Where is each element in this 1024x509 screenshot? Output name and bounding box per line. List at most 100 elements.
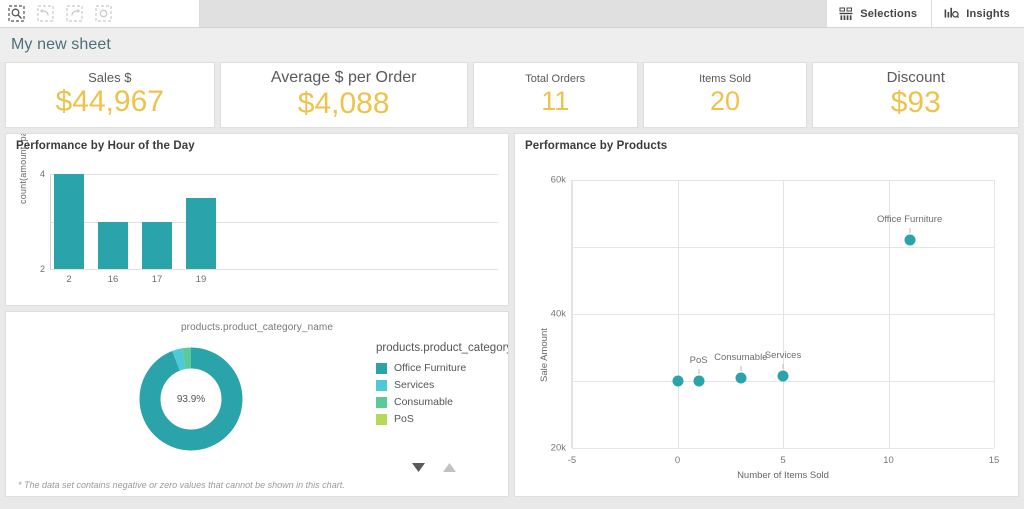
scatter-point[interactable] (777, 370, 789, 382)
scatter-point-leader (782, 363, 784, 369)
bar-y-tick: 4 (39, 169, 45, 179)
panel-performance-by-products[interactable]: Performance by Products Sale Amount -20k… (514, 133, 1019, 497)
kpi-value: 20 (710, 85, 741, 116)
panel-product-category-donut[interactable]: products.product_category_name 93.9% pro… (5, 311, 509, 497)
bar[interactable] (98, 221, 128, 269)
kpi-card-sales[interactable]: Sales $ $44,967 (5, 62, 215, 128)
donut-legend: products.product_category_name Office Fu… (376, 337, 508, 472)
kpi-row: Sales $ $44,967 Average $ per Order $4,0… (0, 62, 1024, 128)
kpi-value: $93 (890, 86, 941, 119)
legend-item[interactable]: Office Furniture (376, 362, 508, 375)
legend-item-list: Office Furniture Services Consumable PoS (376, 362, 508, 426)
scroll-down-arrow-icon[interactable] (412, 459, 425, 477)
bar-chart[interactable]: count(amount_paid) 0 2 4 2 16 17 19 (6, 134, 508, 297)
legend-title: products.product_category_name (376, 342, 508, 354)
legend-swatch-icon (376, 396, 387, 408)
kpi-card-items-sold[interactable]: Items Sold 20 (642, 62, 808, 128)
scatter-point[interactable] (672, 375, 683, 387)
kpi-label: Average $ per Order (270, 68, 417, 86)
panel-title: Performance by Products (525, 140, 668, 152)
legend-scroll-controls (412, 459, 456, 477)
legend-label: Office Furniture (394, 362, 467, 375)
donut-chart[interactable]: 93.9% (137, 345, 245, 453)
selections-label: Selections (860, 7, 918, 20)
legend-item[interactable]: Consumable (376, 396, 508, 409)
bar-gridline: 0 (50, 269, 498, 270)
kpi-label: Total Orders (525, 73, 586, 86)
kpi-value: 11 (541, 85, 570, 116)
sheet-title[interactable]: My new sheet (11, 36, 111, 54)
bar[interactable] (186, 197, 216, 269)
bar[interactable] (142, 221, 172, 269)
legend-swatch-icon (376, 379, 387, 391)
legend-label: PoS (394, 413, 414, 426)
scatter-point-label: Services (764, 349, 802, 361)
bar-x-tick[interactable]: 19 (196, 274, 207, 285)
donut-body: 93.9% products.product_category_name Off… (6, 333, 508, 472)
insights-button[interactable]: Insights (931, 0, 1024, 27)
scatter-point[interactable] (735, 372, 747, 384)
donut-footnote: * The data set contains negative or zero… (18, 480, 345, 490)
bar-x-tick[interactable]: 2 (66, 274, 71, 285)
step-forward-button[interactable] (64, 4, 85, 24)
insights-label: Insights (966, 7, 1010, 20)
kpi-value: $44,967 (55, 84, 164, 118)
sheet-title-bar: My new sheet (0, 28, 1024, 62)
scatter-point[interactable] (904, 234, 916, 246)
scroll-up-arrow-icon[interactable] (443, 459, 456, 477)
scatter-gridline-h: -20k (572, 448, 994, 449)
selections-panel-button[interactable]: Selections (826, 0, 931, 27)
scatter-y-axis-label: Sale Amount (539, 328, 550, 382)
left-column: Performance by Hour of the Day count(amo… (5, 133, 509, 497)
panel-performance-by-hour[interactable]: Performance by Hour of the Day count(amo… (5, 133, 509, 306)
bar[interactable] (54, 174, 84, 269)
scatter-x-tick: 10 (883, 455, 894, 466)
kpi-label: Items Sold (699, 73, 752, 86)
kpi-card-discount[interactable]: Discount $93 (812, 62, 1020, 128)
donut-center-label: 93.9% (176, 393, 206, 405)
bar-slot: 16 (95, 174, 131, 285)
legend-label: Services (394, 379, 435, 392)
scatter-point-label: Office Furniture (876, 214, 943, 226)
bar-x-tick[interactable]: 17 (152, 274, 163, 285)
scatter-x-tick: -5 (567, 455, 577, 466)
scatter-gridline-v (994, 180, 995, 448)
kpi-card-average-per-order[interactable]: Average $ per Order $4,088 (219, 62, 468, 128)
scatter-x-tick: 0 (674, 455, 681, 466)
scatter-y-tick: 60k (550, 174, 566, 186)
scatter-y-tick: 40k (550, 308, 566, 320)
kpi-card-total-orders[interactable]: Total Orders 11 (472, 62, 638, 128)
scatter-point-label: Consumable (714, 351, 768, 363)
scatter-chart[interactable]: Sale Amount -20k020k40k60k-5051015PoSCon… (515, 152, 1018, 490)
main-grid: Performance by Hour of the Day count(amo… (0, 128, 1024, 502)
legend-item[interactable]: Services (376, 379, 508, 392)
scatter-point-leader (909, 228, 911, 234)
kpi-label: Sales $ (88, 69, 132, 85)
right-column: Performance by Products Sale Amount -20k… (514, 133, 1019, 497)
scatter-gridline-v (677, 180, 679, 448)
bar-plot-area[interactable]: 0 2 4 2 16 17 19 (40, 169, 498, 285)
bar-y-tick: 2 (39, 264, 45, 274)
kpi-label: Discount (886, 68, 945, 86)
clear-selections-button[interactable] (93, 4, 114, 24)
selections-tool-button[interactable] (6, 4, 27, 24)
bar-slot: 17 (139, 174, 175, 285)
kpi-value: $4,088 (297, 86, 390, 120)
legend-item[interactable]: PoS (376, 413, 508, 426)
bar-x-tick[interactable]: 16 (108, 274, 119, 285)
selection-tools-group (0, 0, 200, 27)
scatter-plot-area[interactable]: -20k020k40k60k-5051015PoSConsumableServi… (551, 175, 1000, 467)
scatter-gridline-v (572, 180, 573, 448)
bar-slot: 2 (51, 174, 87, 285)
scatter-y-tick: 20k (550, 442, 566, 454)
legend-swatch-icon (376, 362, 387, 374)
scatter-x-tick: 5 (780, 455, 786, 466)
selections-bars-icon (839, 7, 853, 21)
scatter-x-axis-label: Number of Items Sold (737, 470, 829, 481)
step-back-button[interactable] (35, 4, 56, 24)
donut-holder: 93.9% (6, 337, 376, 461)
scatter-point[interactable] (693, 375, 705, 387)
toolbar-right-group: Selections Insights (826, 0, 1024, 27)
bar-slot: 19 (183, 174, 219, 285)
